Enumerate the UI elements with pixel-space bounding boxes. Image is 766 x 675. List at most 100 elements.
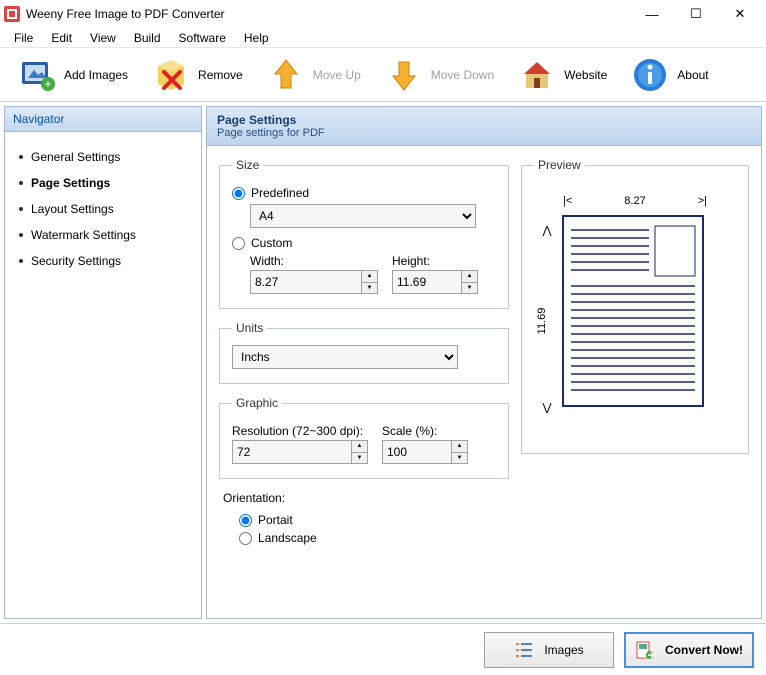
website-button[interactable]: Website: [506, 48, 619, 101]
preset-select[interactable]: A4: [250, 204, 476, 228]
move-down-button[interactable]: Move Down: [373, 48, 506, 101]
remove-icon: [152, 56, 190, 94]
custom-radio[interactable]: [232, 237, 245, 250]
add-images-icon: +: [18, 56, 56, 94]
width-label: Width:: [250, 254, 378, 268]
convert-button[interactable]: Convert Now!: [624, 632, 754, 668]
resolution-label: Resolution (72~300 dpi):: [232, 424, 368, 438]
graphic-legend: Graphic: [232, 396, 282, 410]
svg-text:11.69: 11.69: [536, 307, 548, 334]
toolbar: + Add Images Remove Move Up Move Down We…: [0, 48, 766, 102]
predefined-label: Predefined: [251, 186, 309, 200]
images-button[interactable]: Images: [484, 632, 614, 668]
menu-build[interactable]: Build: [126, 29, 169, 47]
remove-label: Remove: [198, 68, 243, 82]
landscape-radio[interactable]: [239, 532, 252, 545]
app-icon: [4, 6, 20, 22]
close-button[interactable]: ✕: [718, 1, 762, 27]
units-group: Units Inchs: [219, 321, 509, 384]
images-label: Images: [544, 643, 583, 657]
about-button[interactable]: About: [619, 48, 720, 101]
portrait-label: Portait: [258, 513, 293, 527]
page-subtitle: Page settings for PDF: [217, 127, 751, 139]
move-down-label: Move Down: [431, 68, 494, 82]
bullet-icon: [19, 181, 23, 185]
spin-down-icon[interactable]: ▼: [361, 283, 377, 294]
remove-button[interactable]: Remove: [140, 48, 255, 101]
custom-label: Custom: [251, 236, 292, 250]
spin-up-icon[interactable]: ▲: [451, 441, 467, 453]
list-icon: [514, 640, 534, 660]
predefined-radio[interactable]: [232, 187, 245, 200]
menubar: File Edit View Build Software Help: [0, 28, 766, 48]
orientation-title: Orientation:: [223, 491, 509, 505]
spin-down-icon[interactable]: ▼: [461, 283, 477, 294]
menu-file[interactable]: File: [6, 29, 41, 47]
graphic-group: Graphic Resolution (72~300 dpi): ▲▼ Scal…: [219, 396, 509, 479]
spin-up-icon[interactable]: ▲: [361, 271, 377, 283]
move-up-icon: [267, 56, 305, 94]
height-label: Height:: [392, 254, 478, 268]
svg-text:>|: >|: [698, 195, 707, 207]
nav-security-settings[interactable]: Security Settings: [9, 248, 197, 274]
svg-text:⋀: ⋀: [541, 225, 552, 237]
menu-edit[interactable]: Edit: [43, 29, 80, 47]
resolution-input[interactable]: ▲▼: [232, 440, 368, 464]
scale-input[interactable]: ▲▼: [382, 440, 468, 464]
move-down-icon: [385, 56, 423, 94]
menu-software[interactable]: Software: [171, 29, 234, 47]
bullet-icon: [19, 233, 23, 237]
bullet-icon: [19, 155, 23, 159]
spin-up-icon[interactable]: ▲: [461, 271, 477, 283]
menu-help[interactable]: Help: [236, 29, 277, 47]
add-images-button[interactable]: + Add Images: [6, 48, 140, 101]
menu-view[interactable]: View: [82, 29, 124, 47]
convert-label: Convert Now!: [665, 643, 743, 657]
units-select[interactable]: Inchs: [232, 345, 458, 369]
navigator-panel: Navigator General Settings Page Settings…: [4, 106, 202, 619]
height-input[interactable]: ▲▼: [392, 270, 478, 294]
move-up-label: Move Up: [313, 68, 361, 82]
website-icon: [518, 56, 556, 94]
orientation-group: Orientation: Portait Landscape: [223, 491, 509, 545]
maximize-button[interactable]: ☐: [674, 1, 718, 27]
spin-down-icon[interactable]: ▼: [351, 453, 367, 464]
preview-legend: Preview: [534, 158, 585, 172]
spin-up-icon[interactable]: ▲: [351, 441, 367, 453]
content-panel: Page Settings Page settings for PDF Size…: [206, 106, 762, 619]
size-group: Size Predefined A4 Custom: [219, 158, 509, 309]
scale-label: Scale (%):: [382, 424, 468, 438]
svg-text:8.27: 8.27: [624, 195, 645, 207]
svg-text:⋁: ⋁: [541, 402, 552, 414]
nav-general-settings[interactable]: General Settings: [9, 144, 197, 170]
window-title: Weeny Free Image to PDF Converter: [26, 7, 630, 21]
about-label: About: [677, 68, 708, 82]
nav-page-settings[interactable]: Page Settings: [9, 170, 197, 196]
content-header: Page Settings Page settings for PDF: [207, 107, 761, 146]
convert-icon: [635, 640, 655, 660]
bullet-icon: [19, 207, 23, 211]
website-label: Website: [564, 68, 607, 82]
navigator-header: Navigator: [5, 107, 201, 132]
add-images-label: Add Images: [64, 68, 128, 82]
preview-group: Preview |< 8.27 >| ⋀ 11.69 ⋁: [521, 158, 749, 454]
size-legend: Size: [232, 158, 263, 172]
preview-page-icon: |< 8.27 >| ⋀ 11.69 ⋁: [535, 186, 735, 436]
minimize-button[interactable]: —: [630, 1, 674, 27]
page-title: Page Settings: [217, 113, 751, 127]
footer: Images Convert Now!: [0, 623, 766, 675]
main-area: Navigator General Settings Page Settings…: [0, 102, 766, 623]
titlebar: Weeny Free Image to PDF Converter — ☐ ✕: [0, 0, 766, 28]
portrait-radio[interactable]: [239, 514, 252, 527]
bullet-icon: [19, 259, 23, 263]
landscape-label: Landscape: [258, 531, 317, 545]
nav-watermark-settings[interactable]: Watermark Settings: [9, 222, 197, 248]
spin-down-icon[interactable]: ▼: [451, 453, 467, 464]
about-icon: [631, 56, 669, 94]
units-legend: Units: [232, 321, 267, 335]
svg-text:+: +: [44, 77, 51, 91]
move-up-button[interactable]: Move Up: [255, 48, 373, 101]
svg-text:|<: |<: [563, 195, 572, 207]
width-input[interactable]: ▲▼: [250, 270, 378, 294]
nav-layout-settings[interactable]: Layout Settings: [9, 196, 197, 222]
